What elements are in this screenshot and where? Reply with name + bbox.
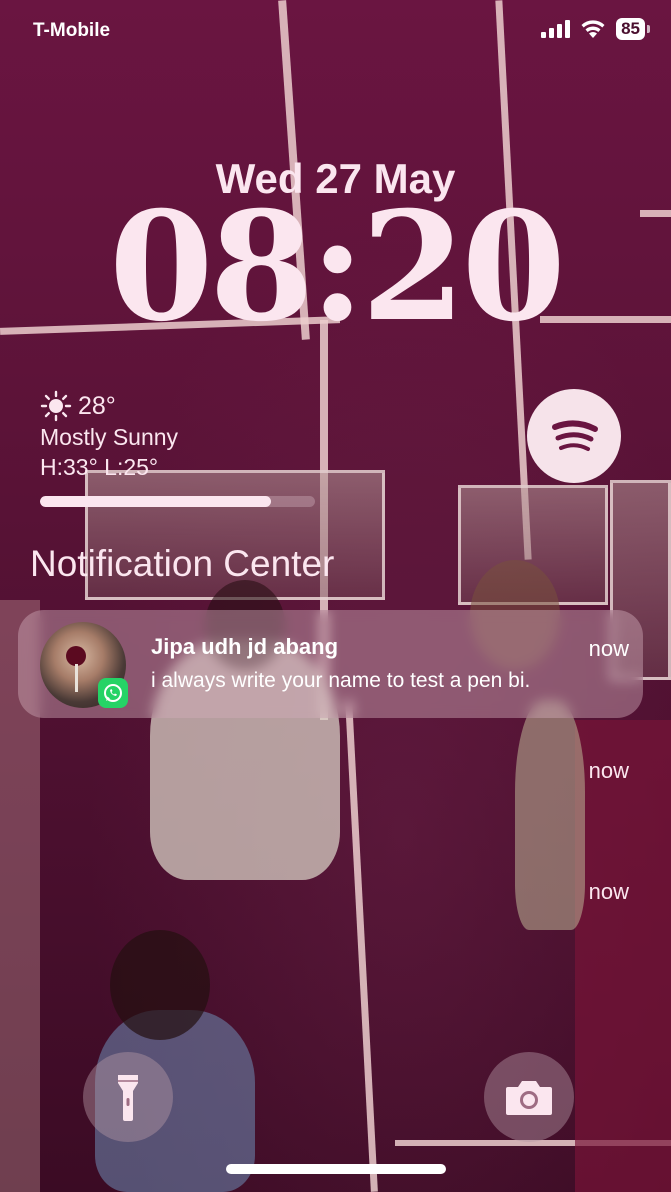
- weather-high-low: H:33° L:25°: [40, 454, 159, 480]
- weather-temperature: 28°: [78, 391, 116, 420]
- spotify-logo: [552, 420, 598, 451]
- flashlight-icon: [118, 1075, 138, 1121]
- notification-sender: Jipa udh jd abang: [151, 634, 339, 659]
- notification-message: i always write your name to test a pen b…: [151, 669, 531, 692]
- lock-time[interactable]: 08:20: [0, 192, 671, 342]
- weather-condition: Mostly Sunny: [40, 424, 179, 450]
- lock-screen: T-Mobile 85 Wed 27 May 08:20 28° Mostly …: [0, 0, 671, 1192]
- weather-current: 28°: [40, 390, 330, 422]
- camera-icon: [506, 1081, 552, 1115]
- whatsapp-icon: [98, 678, 128, 708]
- notification-card[interactable]: Jipa udh jd abang i always write your na…: [18, 610, 643, 718]
- status-indicators: 85: [541, 18, 650, 40]
- cellular-signal-icon: [541, 20, 571, 38]
- sun-icon: [40, 390, 72, 422]
- notification-center-title: Notification Center: [30, 543, 335, 584]
- spotify-icon[interactable]: [527, 389, 621, 483]
- battery-indicator: 85: [616, 18, 650, 40]
- wifi-icon: [581, 20, 605, 38]
- stacked-notification-time[interactable]: now: [589, 758, 629, 784]
- stacked-notification-time[interactable]: now: [589, 879, 629, 905]
- home-indicator[interactable]: [226, 1164, 446, 1174]
- camera-button[interactable]: [484, 1052, 574, 1142]
- weather-widget[interactable]: 28° Mostly Sunny H:33° L:25°: [40, 390, 330, 507]
- flashlight-button[interactable]: [83, 1052, 173, 1142]
- carrier-label: T-Mobile: [33, 20, 111, 41]
- notification-time: now: [588, 636, 629, 661]
- daylight-progress-fill: [40, 496, 271, 507]
- daylight-progress-bar: [40, 496, 315, 507]
